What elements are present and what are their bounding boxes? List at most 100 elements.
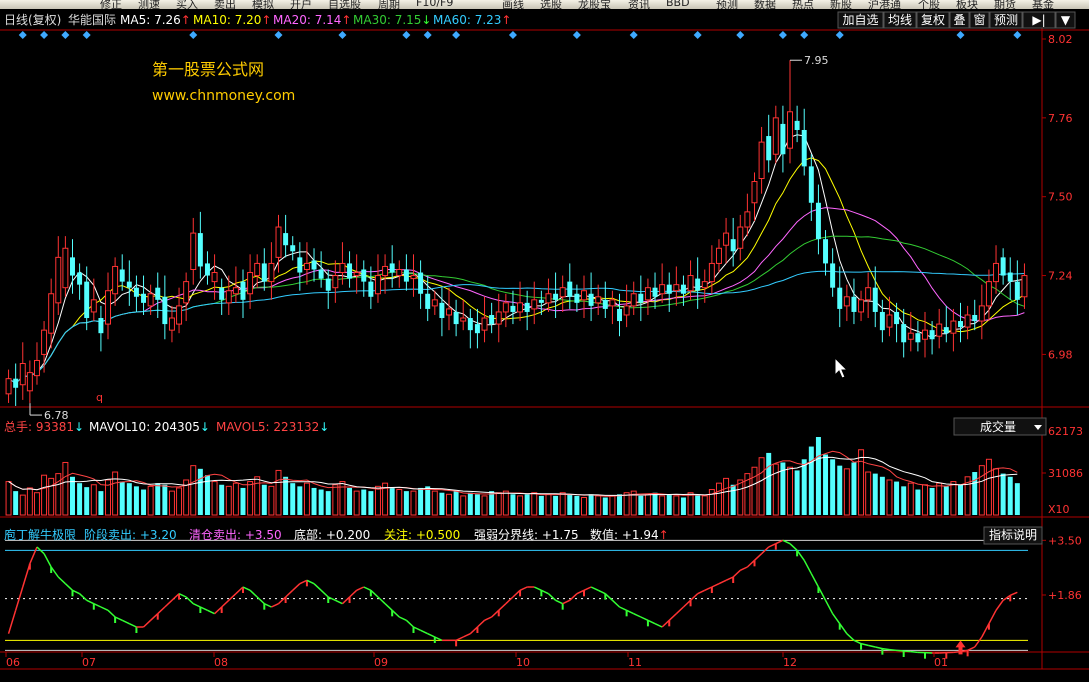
volume-bar — [985, 458, 992, 516]
volume-bar — [225, 485, 232, 516]
candle-body — [204, 263, 210, 276]
volume-bar — [517, 495, 524, 516]
toolbar-item[interactable]: 周期 — [378, 0, 400, 9]
candle-body — [907, 332, 914, 340]
toolbar-item[interactable]: F10/F9 — [416, 0, 453, 9]
candle-body — [652, 287, 658, 297]
toolbar-item[interactable]: 新股 — [830, 0, 852, 9]
volume-bar — [715, 482, 722, 516]
toolbar-item[interactable]: 板块 — [956, 0, 978, 9]
indicator-legend-value: +0.500 — [416, 528, 460, 542]
volume-bar — [815, 437, 821, 515]
volume-bar — [283, 476, 289, 515]
toolbar-item[interactable]: 沪港通 — [868, 0, 901, 9]
volume-bar — [325, 491, 331, 515]
candle-body — [830, 263, 836, 288]
indicator-legend-label: 底部: — [294, 527, 326, 542]
candle-body — [105, 290, 111, 325]
toolbar-item[interactable]: 热点 — [792, 0, 814, 9]
toolbar-item[interactable]: 选股 — [540, 0, 562, 9]
indicator-help-button-label[interactable]: 指标说明 — [989, 527, 1037, 542]
volume-bar — [1007, 476, 1013, 515]
candle-body — [431, 299, 438, 307]
volume-bar — [190, 465, 197, 516]
candle-body — [290, 245, 296, 252]
toolbar-item[interactable]: 龙股宝 — [578, 0, 611, 9]
volume-bar — [126, 483, 132, 515]
candle-body — [481, 317, 488, 331]
toolbar-item[interactable]: 自选股 — [328, 0, 361, 9]
volume-legend-item: MAVOL5: 223132↓ — [216, 420, 329, 434]
candle-body — [673, 284, 680, 292]
toolbar-item[interactable]: 期货 — [994, 0, 1016, 9]
toolbar-item[interactable]: 画线 — [502, 0, 524, 9]
volume-bar — [638, 495, 644, 515]
volume-bar — [538, 495, 544, 515]
volume-bar — [26, 487, 33, 516]
volume-bar — [858, 449, 865, 516]
toolbar-item[interactable]: 修正 — [100, 0, 122, 9]
watermark-title: 第一股票公式网 — [152, 60, 264, 79]
volume-legend-arrow: ↓ — [74, 420, 84, 434]
ma-legend-value: 7.26 — [154, 13, 181, 27]
toolbar-item[interactable]: 个股 — [918, 0, 940, 9]
volume-bar — [894, 481, 900, 515]
toolbar-item[interactable]: 买入 — [176, 0, 198, 9]
stock-name: 华能国际 — [68, 13, 116, 27]
candle-body — [410, 275, 417, 280]
candle-body — [644, 287, 651, 301]
toolbar-item[interactable]: 测速 — [138, 0, 160, 9]
x-tick-label: 08 — [214, 656, 228, 669]
candle-body — [225, 290, 232, 304]
candle-body — [609, 299, 616, 307]
volume-bar — [701, 495, 708, 516]
toolbar-item[interactable]: 资讯 — [628, 0, 650, 9]
candle-body — [70, 257, 75, 276]
volume-bar — [219, 484, 225, 515]
volume-bar — [623, 492, 630, 516]
volume-bar — [211, 481, 218, 516]
chart-toolbar-button-label[interactable]: ▶| — [1032, 13, 1045, 27]
chart-toolbar-button-label[interactable]: 预测 — [994, 13, 1018, 27]
candle-body — [978, 305, 985, 322]
candle-body — [794, 120, 800, 130]
chart-toolbar-button-label[interactable]: 复权 — [921, 13, 945, 27]
toolbar-item[interactable]: 基金 — [1032, 0, 1054, 9]
ma-legend-value: 7.15 — [395, 13, 422, 27]
chart-toolbar-button-label[interactable]: 均线 — [888, 13, 912, 27]
volume-bar — [403, 491, 409, 515]
candle-body — [972, 314, 978, 322]
chart-toolbar-button-label[interactable]: 叠 — [953, 13, 965, 27]
volume-dropdown-label[interactable]: 成交量 — [980, 419, 1016, 434]
candle-body — [617, 308, 622, 322]
indicator-legend-item: 数值: +1.94↑ — [590, 527, 669, 542]
indicator-line — [910, 650, 918, 654]
indicator-legend-value: +1.94 — [622, 528, 659, 542]
toolbar-item[interactable]: 开户 — [290, 0, 312, 9]
volume-bar — [19, 494, 26, 516]
candle-body — [815, 202, 821, 240]
candle-body — [467, 318, 473, 331]
volume-legend-item: 总手: 93381↓ — [4, 420, 84, 434]
toolbar-item[interactable]: BBD — [666, 0, 690, 9]
toolbar-item[interactable]: 模拟 — [252, 0, 274, 9]
volume-bar — [865, 471, 872, 516]
ma-legend-arrow: ↑ — [501, 13, 511, 27]
ma-legend-label: MA30 — [353, 13, 387, 27]
indicator-legend-arrow: ↑ — [659, 528, 669, 542]
chart-toolbar-button-label[interactable]: 加自选 — [842, 13, 878, 27]
candle-body — [77, 272, 83, 285]
toolbar-item[interactable]: 数据 — [754, 0, 776, 9]
candle-body — [894, 311, 900, 325]
volume-bar — [162, 484, 168, 515]
volume-bar — [368, 491, 374, 515]
toolbar-item[interactable]: 预测 — [716, 0, 738, 9]
chart-toolbar-button-label[interactable]: ▼ — [1061, 13, 1071, 27]
volume-bar — [495, 492, 502, 516]
chart-toolbar-button-label[interactable]: 窗 — [973, 13, 985, 27]
candle-body — [211, 272, 218, 283]
volume-bar — [418, 487, 424, 515]
toolbar-item[interactable]: 卖出 — [214, 0, 236, 9]
candle-body — [41, 329, 48, 355]
volume-legend-arrow: ↓ — [319, 420, 329, 434]
